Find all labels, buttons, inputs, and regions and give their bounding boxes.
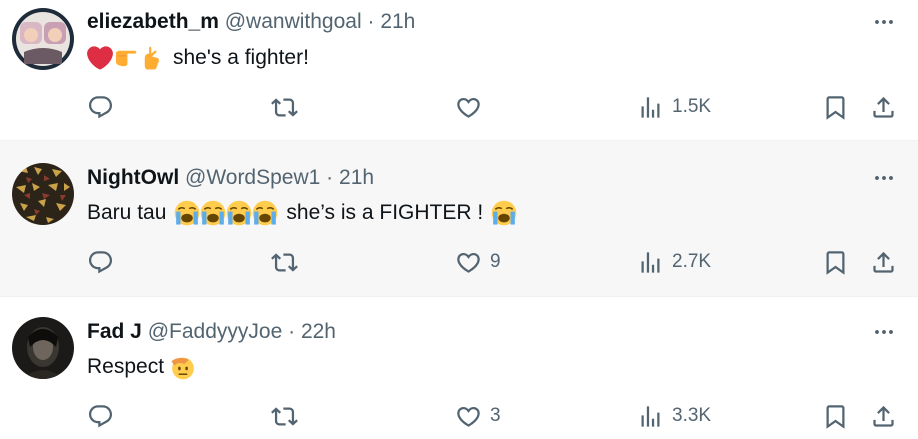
views-icon xyxy=(637,249,664,276)
reply-icon xyxy=(87,94,114,121)
repost-icon xyxy=(271,249,298,276)
views-icon xyxy=(637,403,664,430)
user-handle[interactable]: @FaddyyyJoe xyxy=(148,320,283,343)
bookmark-button[interactable] xyxy=(822,92,849,122)
separator-dot: · xyxy=(326,166,334,189)
views-icon xyxy=(637,94,664,121)
timestamp[interactable]: 21h xyxy=(380,10,415,33)
action-bar: 3 3.3K xyxy=(0,401,918,431)
share-icon xyxy=(870,249,897,276)
more-icon[interactable] xyxy=(872,166,896,190)
repost-button[interactable] xyxy=(271,92,306,122)
tweet-text-content: she's a fighter! xyxy=(173,46,309,69)
pointing-right-emoji xyxy=(113,45,139,71)
avatar[interactable] xyxy=(12,8,74,70)
repost-button[interactable] xyxy=(271,247,306,277)
display-name[interactable]: Fad J xyxy=(87,320,142,343)
repost-icon xyxy=(271,403,298,430)
action-bar: 1.5K xyxy=(0,92,918,122)
reply-icon xyxy=(87,249,114,276)
like-icon xyxy=(455,403,482,430)
tweet-text-after: she’s is a FIGHTER ! xyxy=(286,201,484,224)
like-button[interactable]: 9 xyxy=(455,247,501,277)
like-icon xyxy=(455,94,482,121)
user-handle[interactable]: @wanwithgoal xyxy=(225,10,362,33)
like-button[interactable]: 3 xyxy=(455,401,501,431)
share-icon xyxy=(870,403,897,430)
separator-dot: · xyxy=(367,10,375,33)
user-handle[interactable]: @WordSpew1 xyxy=(185,166,320,189)
bookmark-button[interactable] xyxy=(822,401,849,431)
like-count: 3 xyxy=(490,405,501,426)
loudly-crying-face-emoji xyxy=(491,200,517,226)
like-icon xyxy=(455,249,482,276)
bookmark-icon xyxy=(822,249,849,276)
tweet-text-content: Respect xyxy=(87,355,165,378)
more-icon[interactable] xyxy=(872,10,896,34)
view-count: 1.5K xyxy=(672,96,712,117)
avatar-image xyxy=(12,163,74,225)
tweet-text: Baru tau she’s is a FIGHTER ! xyxy=(87,199,517,227)
more-icon[interactable] xyxy=(872,320,896,344)
like-button[interactable] xyxy=(455,92,490,122)
share-button[interactable] xyxy=(870,401,897,431)
crossed-fingers-emoji xyxy=(139,45,165,71)
tweet-text: she's a fighter! xyxy=(87,44,309,72)
view-count: 2.7K xyxy=(672,251,712,272)
bookmark-icon xyxy=(822,403,849,430)
saluting-face-emoji xyxy=(170,354,196,380)
tweet[interactable]: eliezabeth_m @wanwithgoal · 21h she's a … xyxy=(0,0,918,140)
reply-button[interactable] xyxy=(87,92,122,122)
share-icon xyxy=(870,94,897,121)
loudly-crying-face-emoji xyxy=(174,200,200,226)
repost-button[interactable] xyxy=(271,401,306,431)
loudly-crying-face-emoji xyxy=(200,200,226,226)
reply-button[interactable] xyxy=(87,247,122,277)
display-name[interactable]: NightOwl xyxy=(87,166,179,189)
separator-dot: · xyxy=(288,320,296,343)
action-bar: 9 2.7K xyxy=(0,247,918,277)
avatar[interactable] xyxy=(12,163,74,225)
loudly-crying-face-emoji xyxy=(252,200,278,226)
like-count: 9 xyxy=(490,251,501,272)
tweet[interactable]: NightOwl @WordSpew1 · 21h Baru tau she’s… xyxy=(0,141,918,296)
bookmark-button[interactable] xyxy=(822,247,849,277)
display-name[interactable]: eliezabeth_m xyxy=(87,10,219,33)
avatar-image xyxy=(12,8,74,70)
timestamp[interactable]: 21h xyxy=(339,166,374,189)
loudly-crying-face-emoji xyxy=(226,200,252,226)
tweet-header: NightOwl @WordSpew1 · 21h xyxy=(87,165,374,191)
tweet-text-before: Baru tau xyxy=(87,201,167,224)
tweet[interactable]: Fad J @FaddyyyJoe · 22h Respect 3 3.3K xyxy=(0,297,918,439)
bookmark-icon xyxy=(822,94,849,121)
views-button[interactable]: 2.7K xyxy=(637,247,711,277)
repost-icon xyxy=(271,94,298,121)
avatar[interactable] xyxy=(12,317,74,379)
share-button[interactable] xyxy=(870,247,897,277)
view-count: 3.3K xyxy=(672,405,712,426)
tweet-text: Respect xyxy=(87,353,196,381)
avatar-image xyxy=(12,317,74,379)
tweet-header: Fad J @FaddyyyJoe · 22h xyxy=(87,319,336,345)
tweet-header: eliezabeth_m @wanwithgoal · 21h xyxy=(87,9,415,35)
views-button[interactable]: 1.5K xyxy=(637,92,711,122)
red-heart-emoji xyxy=(87,45,113,71)
reply-button[interactable] xyxy=(87,401,122,431)
reply-icon xyxy=(87,403,114,430)
views-button[interactable]: 3.3K xyxy=(637,401,711,431)
share-button[interactable] xyxy=(870,92,897,122)
timestamp[interactable]: 22h xyxy=(301,320,336,343)
